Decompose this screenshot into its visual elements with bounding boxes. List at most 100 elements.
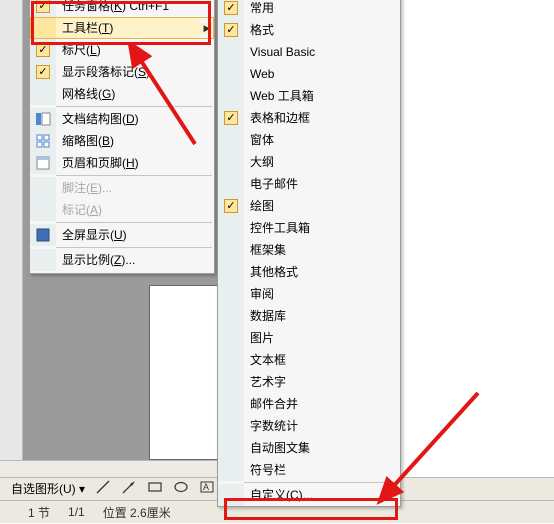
menu-item[interactable]: 显示比例(Z)... (30, 249, 214, 271)
menu-item-icon (218, 217, 244, 239)
menu-item-label: 审阅 (244, 283, 386, 305)
menu-item-label: 其他格式 (244, 261, 386, 283)
menu-item[interactable]: 自动图文集 (218, 437, 400, 459)
menu-item[interactable]: 框架集 (218, 239, 400, 261)
menu-item-icon (30, 83, 56, 105)
menu-item[interactable]: 其他格式 (218, 261, 400, 283)
menu-item[interactable]: ✓标尺(L) (30, 39, 214, 61)
menu-item[interactable]: 大纲 (218, 151, 400, 173)
menu-item[interactable]: 自定义(C)... (218, 484, 400, 506)
menu-item-label: Web (244, 63, 386, 85)
horizontal-scrollbar[interactable] (0, 460, 217, 477)
menu-item[interactable]: ✓表格和边框 (218, 107, 400, 129)
line-tool-icon[interactable] (92, 479, 114, 499)
menu-item-icon: ✓ (218, 195, 244, 217)
menu-item[interactable]: ✓常用 (218, 0, 400, 19)
menu-item-label: 数据库 (244, 305, 386, 327)
textbox-tool-icon[interactable]: A (196, 479, 218, 499)
menu-item-icon (218, 393, 244, 415)
menu-item[interactable]: Web (218, 63, 400, 85)
menu-item-icon: ✓ (30, 61, 56, 83)
menu-item[interactable]: 脚注(E)... (30, 177, 214, 199)
menu-item[interactable]: 标记(A) (30, 199, 214, 221)
menu-item-label: 大纲 (244, 151, 386, 173)
arrow-tool-icon[interactable] (118, 479, 140, 499)
menu-item[interactable]: 数据库 (218, 305, 400, 327)
status-section: 1 节 (28, 504, 50, 521)
menu-item-icon (218, 484, 244, 506)
menu-item-icon (30, 177, 56, 199)
menu-item-label: 缩略图(B) (56, 130, 200, 152)
menu-item-label: 电子邮件 (244, 173, 386, 195)
menu-item-icon (218, 305, 244, 327)
menu-item[interactable]: 邮件合并 (218, 393, 400, 415)
menu-item[interactable]: 窗体 (218, 129, 400, 151)
menu-item-label: Visual Basic (244, 41, 386, 63)
menu-item-icon (218, 85, 244, 107)
menu-item[interactable]: 工具栏(T)▶ (30, 17, 214, 39)
menu-item[interactable]: 电子邮件 (218, 173, 400, 195)
menu-item-icon (218, 283, 244, 305)
svg-text:A: A (203, 482, 209, 492)
menu-item[interactable]: 字数统计 (218, 415, 400, 437)
menu-item-icon: ✓ (218, 107, 244, 129)
menu-item-label: 符号栏 (244, 459, 386, 481)
menu-item-label: 工具栏(T) (56, 17, 200, 39)
document-page (149, 285, 219, 460)
menu-item-icon (218, 327, 244, 349)
menu-item[interactable]: 网格线(G) (30, 83, 214, 105)
menu-item-label: 窗体 (244, 129, 386, 151)
menu-item-label: 邮件合并 (244, 393, 386, 415)
menu-item[interactable]: 缩略图(B) (30, 130, 214, 152)
menu-item-label: 表格和边框 (244, 107, 386, 129)
menu-item-icon (30, 199, 56, 221)
menu-item[interactable]: ✓格式 (218, 19, 400, 41)
menu-item-label: 任务窗格(K) Ctrl+F1 (56, 0, 200, 17)
menu-item-icon (30, 224, 56, 246)
menu-item[interactable]: 全屏显示(U) (30, 224, 214, 246)
menu-item-icon (218, 63, 244, 85)
menu-item-icon (218, 151, 244, 173)
menu-item[interactable]: 文本框 (218, 349, 400, 371)
menu-item-label: 显示比例(Z)... (56, 249, 200, 271)
menu-item[interactable]: Visual Basic (218, 41, 400, 63)
view-menu: ✓任务窗格(K) Ctrl+F1工具栏(T)▶✓标尺(L)✓显示段落标记(S)网… (29, 0, 215, 274)
menu-item[interactable]: 图片 (218, 327, 400, 349)
menu-item-icon (218, 239, 244, 261)
menu-item-label: 字数统计 (244, 415, 386, 437)
menu-item[interactable]: ✓显示段落标记(S) (30, 61, 214, 83)
oval-tool-icon[interactable] (170, 479, 192, 499)
menu-item-icon (30, 130, 56, 152)
menu-item-label: 格式 (244, 19, 386, 41)
autoshapes-button[interactable]: 自选图形(U) ▾ (8, 479, 88, 499)
vertical-ruler (0, 0, 23, 462)
menu-item[interactable]: 艺术字 (218, 371, 400, 393)
menu-item-label: 全屏显示(U) (56, 224, 200, 246)
menu-item-icon (30, 17, 56, 39)
menu-item[interactable]: 控件工具箱 (218, 217, 400, 239)
menu-item-icon: ✓ (30, 39, 56, 61)
menu-item-label: 艺术字 (244, 371, 386, 393)
menu-item[interactable]: 审阅 (218, 283, 400, 305)
menu-item-label: 绘图 (244, 195, 386, 217)
menu-item-label: 网格线(G) (56, 83, 200, 105)
submenu-arrow-icon: ▶ (200, 23, 214, 34)
menu-item-icon (218, 261, 244, 283)
menu-item-icon (218, 349, 244, 371)
menu-item[interactable]: 符号栏 (218, 459, 400, 481)
menu-item[interactable]: 文档结构图(D) (30, 108, 214, 130)
menu-item-icon (218, 437, 244, 459)
rectangle-tool-icon[interactable] (144, 479, 166, 499)
menu-item-icon (218, 41, 244, 63)
menu-item-icon (30, 249, 56, 271)
menu-item[interactable]: ✓任务窗格(K) Ctrl+F1 (30, 0, 214, 17)
autoshapes-label: 自选图形(U) (11, 482, 76, 496)
menu-item-icon (218, 415, 244, 437)
menu-item-icon: ✓ (218, 0, 244, 19)
menu-item[interactable]: 页眉和页脚(H) (30, 152, 214, 174)
menu-item-label: 脚注(E)... (56, 177, 200, 199)
menu-item-label: 自动图文集 (244, 437, 386, 459)
menu-item-icon (30, 108, 56, 130)
menu-item[interactable]: ✓绘图 (218, 195, 400, 217)
menu-item[interactable]: Web 工具箱 (218, 85, 400, 107)
